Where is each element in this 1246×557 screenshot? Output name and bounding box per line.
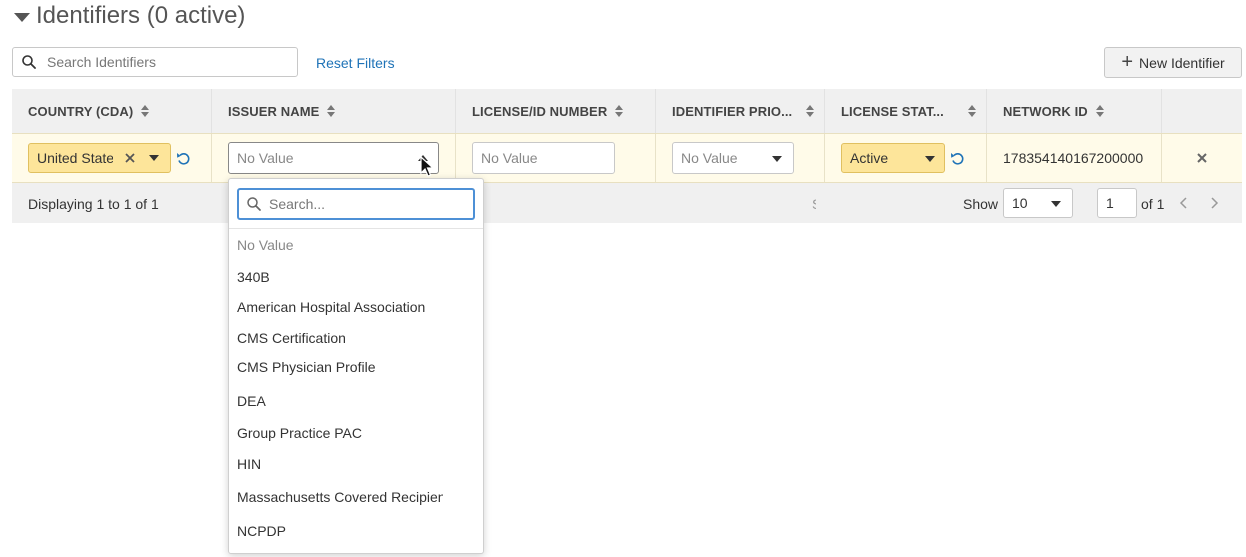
column-header-actions	[1162, 89, 1242, 133]
dropdown-option[interactable]: HIN	[237, 456, 475, 472]
identifier-priority-select[interactable]: No Value	[672, 142, 794, 174]
cell-country: United States	[12, 134, 212, 182]
new-identifier-label: New Identifier	[1139, 54, 1225, 71]
dropdown-search[interactable]	[237, 188, 475, 220]
sort-icon	[327, 105, 336, 117]
search-icon	[247, 197, 261, 211]
page-total: of 1	[1141, 196, 1165, 212]
column-header-identifier-priority[interactable]: IDENTIFIER PRIO...	[656, 89, 825, 133]
identifiers-search[interactable]	[12, 47, 298, 77]
column-label: ISSUER NAME	[228, 103, 320, 119]
license-number-input[interactable]: No Value	[472, 142, 615, 174]
chevron-right-icon[interactable]	[1209, 196, 1219, 210]
chevron-down-icon	[149, 155, 159, 161]
cell-actions	[1162, 134, 1242, 182]
dropdown-option[interactable]: Group Practice PAC	[237, 425, 475, 441]
clear-x-icon[interactable]	[125, 153, 135, 163]
cell-license-status: Active	[825, 134, 987, 182]
column-label: COUNTRY (CDA)	[28, 103, 134, 119]
country-value: United States	[37, 150, 113, 166]
table-footer: Displaying 1 to 1 of 1 S Show 10 1 of 1	[12, 183, 1242, 223]
column-header-issuer[interactable]: ISSUER NAME	[212, 89, 456, 133]
issuer-name-select[interactable]: No Value	[228, 142, 439, 174]
dropdown-option[interactable]: DEA	[237, 393, 475, 409]
page-size-value: 10	[1012, 195, 1028, 211]
cell-license-number: No Value	[456, 134, 656, 182]
column-header-network-id[interactable]: NETWORK ID	[987, 89, 1162, 133]
column-label: LICENSE/ID NUMBER	[472, 103, 608, 119]
plus-icon: +	[1121, 50, 1134, 73]
dropdown-option[interactable]: No Value	[237, 237, 475, 253]
dropdown-option[interactable]: American Hospital Association	[237, 299, 475, 315]
search-icon	[22, 55, 36, 69]
issuer-dropdown-panel: No Value 340B American Hospital Associat…	[228, 178, 484, 554]
chevron-down-icon	[925, 156, 935, 162]
search-identifiers-input[interactable]	[47, 54, 277, 70]
country-select[interactable]: United States	[28, 143, 171, 173]
table-row: United States No Value No Value No Value…	[12, 133, 1242, 183]
collapse-caret-icon[interactable]	[14, 12, 30, 22]
reset-filters-link[interactable]: Reset Filters	[316, 55, 395, 71]
dropdown-option[interactable]: NCPDP	[237, 523, 475, 539]
license-placeholder: No Value	[481, 150, 538, 166]
dropdown-divider	[229, 228, 483, 229]
column-header-country[interactable]: COUNTRY (CDA)	[12, 89, 212, 133]
undo-icon[interactable]	[950, 151, 965, 166]
sort-icon	[615, 105, 624, 117]
section-header[interactable]: Identifiers (0 active)	[14, 2, 245, 30]
column-header-license-number[interactable]: LICENSE/ID NUMBER	[456, 89, 656, 133]
cell-identifier-priority: No Value	[656, 134, 825, 182]
mouse-cursor-icon	[420, 156, 434, 177]
network-id-value: 178354140167200000	[1003, 150, 1144, 166]
show-label: Show	[963, 196, 999, 212]
dropdown-search-input[interactable]	[269, 196, 459, 212]
chevron-down-icon	[772, 156, 782, 162]
undo-icon[interactable]	[176, 151, 191, 166]
cell-network-id: 178354140167200000	[987, 134, 1162, 182]
status-value: Active	[850, 150, 889, 166]
sort-icon	[968, 105, 976, 117]
displaying-count: Displaying 1 to 1 of 1	[28, 196, 159, 212]
priority-value: No Value	[681, 150, 738, 166]
delete-x-icon[interactable]	[1197, 153, 1207, 163]
page-size-select[interactable]: 10	[1003, 188, 1073, 218]
dropdown-option[interactable]: CMS Physician Profile	[237, 359, 475, 375]
chevron-down-icon	[1051, 201, 1061, 207]
sort-icon	[1095, 105, 1104, 117]
chevron-left-icon[interactable]	[1179, 196, 1189, 210]
dropdown-option[interactable]: Massachusetts Covered Recipient	[237, 489, 443, 505]
column-label: IDENTIFIER PRIO...	[672, 103, 793, 119]
page-number-value: 1	[1106, 195, 1114, 211]
new-identifier-button[interactable]: + New Identifier	[1104, 47, 1242, 78]
dropdown-option[interactable]: CMS Certification	[237, 330, 475, 346]
page-number-input[interactable]: 1	[1097, 188, 1137, 218]
column-label: LICENSE STAT...	[841, 103, 944, 119]
sort-icon	[141, 105, 150, 117]
column-header-license-status[interactable]: LICENSE STAT...	[825, 89, 987, 133]
issuer-placeholder: No Value	[237, 150, 294, 166]
column-label: NETWORK ID	[1003, 103, 1088, 119]
sort-icon	[806, 105, 814, 117]
section-title: Identifiers (0 active)	[36, 2, 246, 29]
dropdown-option[interactable]: 340B	[237, 269, 475, 285]
footer-stray-text: S	[812, 196, 816, 212]
license-status-select[interactable]: Active	[841, 143, 945, 173]
table-header: COUNTRY (CDA) ISSUER NAME LICENSE/ID NUM…	[12, 89, 1242, 133]
